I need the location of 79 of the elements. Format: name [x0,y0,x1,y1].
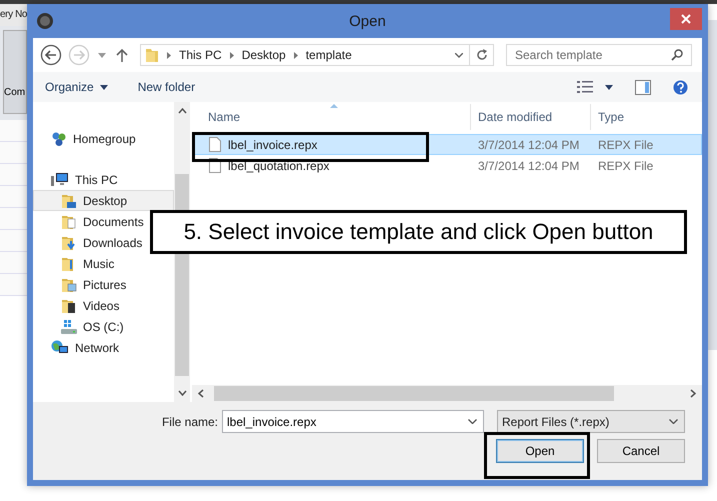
search-icon [671,49,683,61]
dialog-button[interactable]: Open [496,439,584,463]
navigation-item[interactable]: Network [33,337,174,358]
file-name-value: lbel_invoice.repx [227,414,318,428]
file-name: lbel_quotation.repx [228,158,330,172]
file-name: lbel_invoice.repx [228,138,318,152]
chevron-icon [230,52,234,58]
toolbar-button[interactable]: Com [3,30,27,114]
folder-icon [61,214,77,230]
up-icon[interactable] [116,48,128,62]
column-header[interactable]: Type [590,104,702,130]
column-header[interactable]: Date modified [470,104,590,130]
search-placeholder: Search template [515,48,604,62]
scroll-up-icon[interactable] [178,108,186,114]
command-button[interactable]: New folder [136,78,198,96]
navigation-item[interactable]: Videos [33,295,174,316]
file-row[interactable]: lbel_invoice.repx 3/7/2014 12:04 PM REPX File [194,134,702,155]
file-name-label: File name: [162,414,218,428]
navigation-item[interactable]: This PC [33,169,174,190]
network-icon [51,340,69,356]
homegroup-icon [51,130,67,146]
table-row [0,164,27,186]
chevron-icon [167,52,171,58]
folder-icon [61,298,77,314]
computer-icon [51,172,69,188]
help-icon[interactable] [673,80,688,94]
table-row [0,142,27,164]
dialog-button[interactable]: Cancel [597,439,685,463]
folder-icon [61,276,77,292]
scroll-left-icon[interactable] [198,389,204,398]
breadcrumb[interactable]: This PC [179,48,222,62]
scroll-down-icon[interactable] [178,390,186,396]
navigation-item[interactable]: Homegroup [33,128,174,149]
app-icon [37,13,53,29]
file-icon [209,137,221,152]
view-list-icon[interactable] [577,81,593,93]
file-name-field[interactable]: lbel_invoice.repx [222,410,484,433]
preview-pane-icon[interactable] [635,80,651,94]
navigation-item[interactable]: OS (C:) [33,316,174,337]
file-type: REPX File [597,158,654,172]
close-button[interactable] [670,8,702,30]
chevron-down-icon [468,419,477,424]
back-icon[interactable] [40,44,62,66]
file-type: REPX File [597,138,654,152]
folder-icon [145,47,159,63]
scrollbar-thumb[interactable] [214,386,614,401]
sort-icon [330,104,338,108]
file-row[interactable]: lbel_quotation.repx 3/7/2014 12:04 PM REPX File [194,155,702,176]
table-row [0,252,27,274]
navigation-item[interactable]: Desktop [33,190,174,211]
refresh-button[interactable] [470,44,494,66]
chevron-icon [294,52,298,58]
close-icon [681,14,691,24]
refresh-icon [476,49,488,61]
table-row [0,186,27,208]
file-type-dropdown[interactable]: Report Files (*.repx) [497,410,685,433]
file-date: 3/7/2014 12:04 PM [477,138,580,152]
window-title: Open [348,12,387,30]
app-title: ery No [0,4,27,26]
command-button[interactable]: Organize [43,78,110,96]
navigation-item[interactable]: Music [33,253,174,274]
table-row [0,230,27,252]
folder-icon [61,234,77,250]
file-date: 3/7/2014 12:04 PM [477,158,580,172]
search-field[interactable]: Search template [506,44,692,66]
breadcrumb[interactable]: template [306,48,352,62]
scroll-right-icon[interactable] [690,389,696,398]
column-header[interactable]: Name [192,104,470,130]
address-bar[interactable]: This PC Desktop template [140,44,470,66]
folder-icon [61,192,77,208]
breadcrumb[interactable]: Desktop [242,48,286,62]
chevron-down-icon [669,419,678,424]
file-type-value: Report Files (*.repx) [502,414,610,428]
drive-icon [61,318,77,334]
chevron-down-icon[interactable] [455,52,463,58]
dropdown-icon[interactable] [605,84,613,90]
navigation-item[interactable]: Pictures [33,274,174,295]
instruction-tooltip: 5. Select invoice template and click Open button [150,210,687,254]
table-row [0,208,27,230]
